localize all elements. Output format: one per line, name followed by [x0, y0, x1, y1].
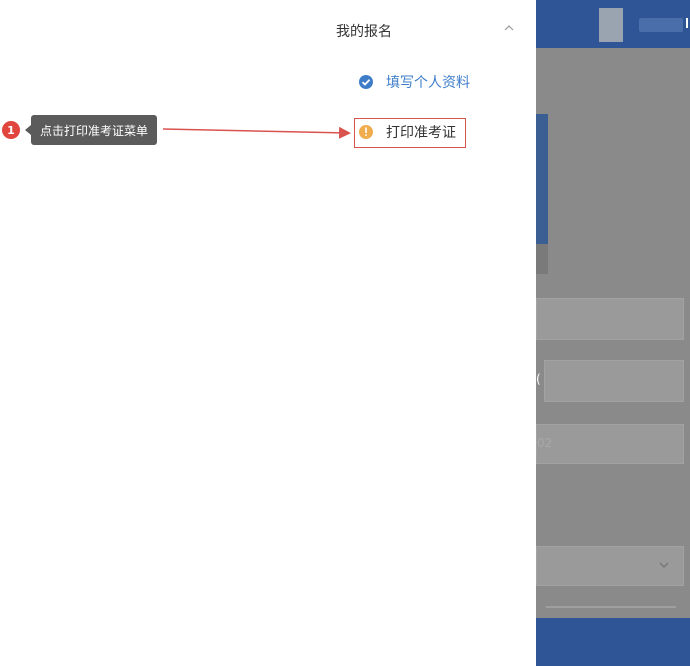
bottom-bar — [536, 618, 690, 666]
top-bar — [536, 0, 690, 48]
username-placeholder — [639, 18, 683, 32]
field-value: 02 — [537, 436, 553, 450]
select-field — [536, 546, 684, 586]
banner-image — [536, 114, 548, 244]
form-field — [544, 360, 684, 402]
page-backdrop-overlay[interactable]: ( 02 — [536, 0, 690, 666]
bracket-mark: ( — [536, 372, 541, 386]
chevron-down-icon — [659, 562, 669, 568]
avatar — [599, 8, 623, 42]
banner-footer — [536, 244, 548, 274]
topbar-divider — [686, 18, 688, 28]
divider — [546, 606, 676, 608]
form-field — [536, 298, 684, 340]
form-field: 02 — [536, 424, 684, 464]
